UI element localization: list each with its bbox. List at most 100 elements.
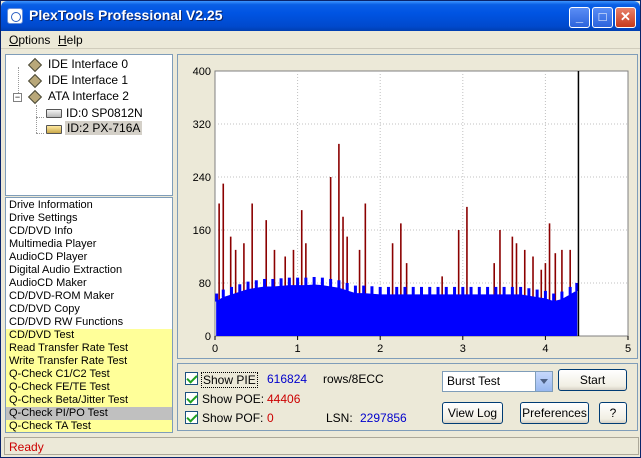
y-tick-label: 0 bbox=[205, 331, 211, 343]
function-item[interactable]: AudioCD Player bbox=[6, 251, 172, 264]
interface-icon bbox=[27, 73, 43, 89]
function-list[interactable]: Drive Information Drive Settings CD/DVD In… bbox=[5, 197, 173, 433]
function-item[interactable]: Read Transfer Rate Test bbox=[6, 342, 172, 355]
function-item[interactable]: CD/DVD RW Functions bbox=[6, 316, 172, 329]
start-button[interactable]: Start bbox=[558, 369, 627, 391]
tree-item-ide1[interactable]: IDE Interface 1 bbox=[48, 73, 128, 87]
pof-value: 0 bbox=[267, 411, 274, 425]
show-pof-label[interactable]: Show POF: bbox=[202, 411, 263, 425]
menu-help[interactable]: Help bbox=[58, 33, 83, 47]
menu-options[interactable]: Options bbox=[9, 33, 50, 47]
function-item[interactable]: Q-Check FE/TE Test bbox=[6, 381, 172, 394]
app-icon[interactable] bbox=[7, 8, 23, 24]
tree-line bbox=[36, 105, 37, 133]
pie-bar bbox=[221, 289, 225, 298]
preferences-button[interactable]: Preferences bbox=[520, 402, 589, 424]
function-item[interactable]: CD/DVD-ROM Maker bbox=[6, 290, 172, 303]
x-tick-label: 4 bbox=[542, 343, 548, 355]
pie-bar bbox=[271, 278, 275, 287]
tree-line bbox=[36, 117, 44, 118]
function-item[interactable]: CD/DVD Test bbox=[6, 329, 172, 342]
maximize-button[interactable]: □ bbox=[592, 7, 613, 28]
interface-icon bbox=[27, 89, 43, 105]
x-tick-label: 0 bbox=[212, 343, 218, 355]
minimize-button[interactable]: _ bbox=[569, 7, 590, 28]
function-item[interactable]: Drive Settings bbox=[6, 212, 172, 225]
y-tick-label: 80 bbox=[199, 278, 211, 290]
show-poe-label[interactable]: Show POE: bbox=[202, 392, 264, 406]
tree-item-ata2[interactable]: ATA Interface 2 bbox=[48, 89, 129, 103]
close-button[interactable]: ✕ bbox=[615, 7, 636, 28]
show-poe-checkbox[interactable] bbox=[185, 392, 198, 405]
pie-bar bbox=[494, 286, 498, 295]
test-mode-value: Burst Test bbox=[447, 374, 501, 388]
pie-bar bbox=[378, 286, 382, 295]
function-item[interactable]: Q-Check PI/PO Test bbox=[6, 407, 172, 420]
tree-item-ide0[interactable]: IDE Interface 0 bbox=[48, 57, 128, 71]
test-mode-select[interactable]: Burst Test bbox=[442, 371, 553, 392]
pie-bar bbox=[411, 286, 415, 295]
pie-bar bbox=[296, 277, 300, 286]
tree-item-dev0[interactable]: ID:0 SP0812N bbox=[66, 106, 143, 120]
x-tick-label: 1 bbox=[295, 343, 301, 355]
function-item[interactable]: Write Transfer Rate Test bbox=[6, 355, 172, 368]
collapse-toggle[interactable]: − bbox=[13, 93, 22, 102]
x-tick-label: 2 bbox=[377, 343, 383, 355]
menu-help-label: elp bbox=[66, 33, 83, 47]
menu-options-mnemonic: O bbox=[9, 33, 19, 47]
pie-bar bbox=[263, 278, 267, 287]
lsn-label: LSN: bbox=[326, 411, 353, 425]
chart-panel: 0 80 160 240 320 400 0 1 2 3 4 5 bbox=[177, 54, 638, 359]
window-title: PlexTools Professional V2.25 bbox=[29, 7, 223, 23]
function-item[interactable]: Multimedia Player bbox=[6, 238, 172, 251]
help-button[interactable]: ? bbox=[599, 402, 627, 424]
pie-bar bbox=[535, 289, 539, 298]
pie-bar bbox=[428, 286, 432, 295]
pie-bar bbox=[386, 286, 390, 295]
pie-bar bbox=[287, 277, 291, 286]
function-item[interactable]: Drive Information bbox=[6, 199, 172, 212]
pie-bar bbox=[543, 290, 547, 299]
pie-bar bbox=[519, 286, 523, 295]
pie-bar bbox=[444, 286, 448, 295]
chevron-down-icon[interactable] bbox=[535, 372, 552, 391]
pie-bar bbox=[320, 277, 324, 286]
pie-bar bbox=[370, 286, 374, 295]
y-tick-label: 320 bbox=[193, 119, 211, 131]
function-item[interactable]: Q-Check C1/C2 Test bbox=[6, 368, 172, 381]
pie-bar bbox=[552, 293, 556, 302]
menu-options-label: ptions bbox=[18, 33, 51, 47]
pie-bar bbox=[230, 286, 234, 295]
pie-bar bbox=[477, 286, 481, 295]
function-item[interactable]: Q-Check TA Test bbox=[6, 420, 172, 432]
function-item[interactable]: AudioCD Maker bbox=[6, 277, 172, 290]
pie-bar bbox=[329, 278, 333, 287]
show-pie-checkbox[interactable] bbox=[185, 372, 198, 385]
x-tick-label: 5 bbox=[625, 343, 631, 355]
pie-bar bbox=[486, 286, 490, 295]
y-tick-label: 240 bbox=[193, 172, 211, 184]
title-bar[interactable]: PlexTools Professional V2.25 _ □ ✕ bbox=[1, 1, 640, 31]
device-tree[interactable]: IDE Interface 0 IDE Interface 1 − ATA In… bbox=[5, 54, 173, 196]
status-bar: Ready bbox=[4, 437, 639, 455]
pie-bar bbox=[568, 286, 572, 295]
pie-bar bbox=[403, 286, 407, 295]
show-pof-checkbox[interactable] bbox=[185, 411, 198, 424]
function-item[interactable]: CD/DVD Copy bbox=[6, 303, 172, 316]
function-item[interactable]: Digital Audio Extraction bbox=[6, 264, 172, 277]
pie-bar bbox=[510, 286, 514, 295]
pie-bar bbox=[502, 286, 506, 295]
pie-bar bbox=[420, 286, 423, 295]
view-log-button[interactable]: View Log bbox=[442, 402, 503, 424]
function-item[interactable]: CD/DVD Info bbox=[6, 225, 172, 238]
pie-value: 616824 bbox=[267, 372, 308, 386]
pie-bar bbox=[304, 277, 308, 286]
tree-line bbox=[36, 133, 44, 134]
optical-drive-icon bbox=[46, 125, 62, 134]
function-item[interactable]: Q-Check Beta/Jitter Test bbox=[6, 394, 172, 407]
show-pie-label[interactable]: Show PIE bbox=[201, 372, 258, 388]
pie-bar bbox=[345, 282, 349, 291]
pie-bar bbox=[527, 288, 531, 297]
pie-bar bbox=[337, 280, 341, 289]
tree-item-dev2-selected[interactable]: ID:2 PX-716A bbox=[65, 121, 143, 135]
